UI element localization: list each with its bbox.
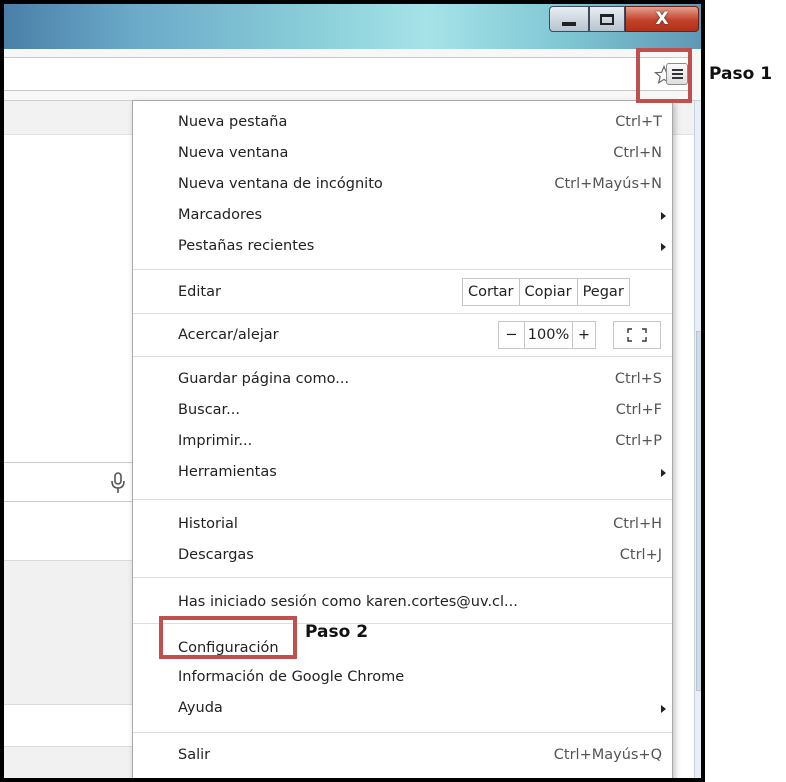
fullscreen-icon xyxy=(627,328,647,342)
step2-highlight xyxy=(159,616,297,659)
browser-window: X Nueva pestaña Ctrl+T Nueva ventana Ctr… xyxy=(0,0,705,782)
minimize-icon xyxy=(562,22,576,26)
chrome-menu: Nueva pestaña Ctrl+T Nueva ventana Ctrl+… xyxy=(132,100,673,778)
title-bar: X xyxy=(4,4,701,49)
menu-item-bookmarks[interactable]: Marcadores xyxy=(133,202,672,232)
menu-item-about-chrome[interactable]: Información de Google Chrome xyxy=(133,664,672,694)
maximize-button[interactable] xyxy=(589,6,625,32)
toolbar xyxy=(4,49,701,101)
scrollbar-thumb[interactable] xyxy=(696,331,701,691)
submenu-arrow-icon xyxy=(661,705,666,713)
menu-separator xyxy=(133,577,672,578)
page-scrollbar[interactable] xyxy=(694,101,701,778)
menu-separator xyxy=(133,732,672,733)
step1-highlight xyxy=(636,48,692,103)
step1-label: Paso 1 xyxy=(709,64,773,84)
zoom-controls: − 100% + xyxy=(498,321,596,349)
maximize-icon xyxy=(600,13,614,25)
copy-button[interactable]: Copiar xyxy=(520,279,578,305)
menu-item-print[interactable]: Imprimir... Ctrl+P xyxy=(133,428,672,458)
cut-button[interactable]: Cortar xyxy=(463,279,520,305)
paste-button[interactable]: Pegar xyxy=(578,279,629,305)
menu-row-zoom: Acercar/alejar − 100% + xyxy=(133,314,672,356)
menu-item-new-window[interactable]: Nueva ventana Ctrl+N xyxy=(133,140,672,170)
address-bar[interactable] xyxy=(4,57,688,91)
menu-item-new-tab[interactable]: Nueva pestaña Ctrl+T xyxy=(133,109,672,139)
menu-row-edit: Editar Cortar Copiar Pegar xyxy=(133,271,672,313)
close-icon: X xyxy=(655,9,669,29)
fullscreen-button[interactable] xyxy=(613,321,661,349)
menu-item-downloads[interactable]: Descargas Ctrl+J xyxy=(133,542,672,572)
submenu-arrow-icon xyxy=(661,243,666,251)
menu-item-signed-in[interactable]: Has iniciado sesión como karen.cortes@uv… xyxy=(133,589,672,619)
menu-item-find[interactable]: Buscar... Ctrl+F xyxy=(133,397,672,427)
submenu-arrow-icon xyxy=(661,469,666,477)
submenu-arrow-icon xyxy=(661,212,666,220)
menu-item-exit[interactable]: Salir Ctrl+Mayús+Q xyxy=(133,742,672,772)
menu-item-recent-tabs[interactable]: Pestañas recientes xyxy=(133,233,672,263)
content-tile[interactable] xyxy=(4,746,144,778)
minimize-button[interactable] xyxy=(549,6,589,32)
menu-separator xyxy=(133,356,672,357)
edit-buttons: Cortar Copiar Pegar xyxy=(462,278,630,306)
menu-item-incognito[interactable]: Nueva ventana de incógnito Ctrl+Mayús+N xyxy=(133,171,672,201)
zoom-level: 100% xyxy=(525,322,573,348)
step2-label: Paso 2 xyxy=(305,622,369,642)
menu-item-history[interactable]: Historial Ctrl+H xyxy=(133,511,672,541)
menu-separator xyxy=(133,269,672,270)
menu-item-help[interactable]: Ayuda xyxy=(133,695,672,725)
close-button[interactable]: X xyxy=(625,6,699,32)
zoom-out-button[interactable]: − xyxy=(499,322,525,348)
menu-separator xyxy=(133,499,672,500)
microphone-icon[interactable] xyxy=(108,471,128,495)
menu-item-save-page[interactable]: Guardar página como... Ctrl+S xyxy=(133,366,672,396)
zoom-in-button[interactable]: + xyxy=(573,322,595,348)
menu-item-tools[interactable]: Herramientas xyxy=(133,459,672,489)
content-tile[interactable] xyxy=(4,560,144,705)
